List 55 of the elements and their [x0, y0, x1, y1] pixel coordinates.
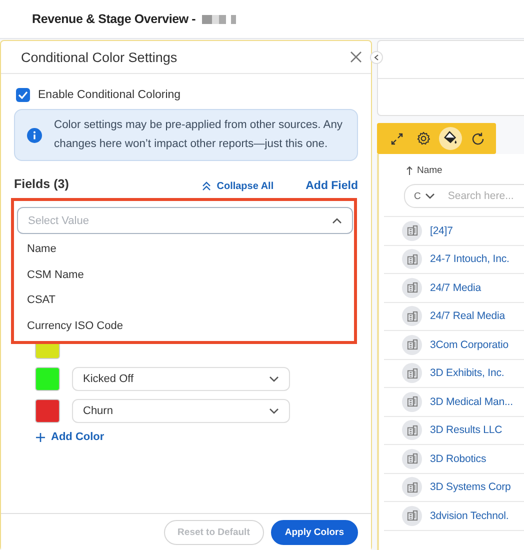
close-icon[interactable] [349, 50, 363, 64]
color-swatch[interactable] [35, 367, 60, 391]
account-link[interactable]: 24-7 Intouch, Inc. [430, 253, 510, 266]
filter-select[interactable]: C [414, 190, 435, 202]
account-link[interactable]: 3D Systems Corp [430, 481, 511, 494]
page-title: Revenue & Stage Overview - [32, 12, 196, 26]
collapse-all-link[interactable]: Collapse All [202, 180, 274, 192]
dropdown-option[interactable]: Name [27, 240, 354, 258]
apply-button[interactable]: Apply Colors [270, 520, 358, 544]
building-icon [402, 220, 422, 241]
account-link[interactable]: 3D Results LLC [430, 424, 502, 436]
building-icon [402, 506, 422, 526]
account-link[interactable]: 3D Medical Man... [430, 396, 513, 408]
column-header[interactable]: Name [417, 165, 442, 176]
caret-up-icon [332, 218, 342, 224]
value-select[interactable]: Kicked Off [72, 367, 290, 391]
color-swatch[interactable] [35, 399, 60, 423]
dropdown-option[interactable]: CSAT [27, 291, 354, 310]
building-icon [402, 420, 422, 440]
add-color-link[interactable]: Add Color [36, 431, 104, 443]
checkbox[interactable] [16, 88, 30, 102]
paint-bucket-icon[interactable] [439, 127, 462, 150]
sort-arrow-icon[interactable] [406, 166, 413, 175]
dropdown-option[interactable]: CSM Name [27, 266, 354, 284]
account-link[interactable]: 3dvision Technol. [430, 510, 509, 522]
account-link[interactable]: 24/7 Media [430, 282, 481, 294]
account-link[interactable]: 3D Exhibits, Inc. [430, 367, 504, 380]
caret-down-icon [424, 193, 435, 199]
redacted-name [202, 14, 236, 24]
account-link[interactable]: 24/7 Real Media [430, 310, 505, 322]
building-icon [402, 392, 422, 412]
building-icon [402, 363, 422, 384]
dropdown-option[interactable]: Currency ISO Code [27, 316, 354, 335]
building-icon [402, 249, 422, 270]
chevron-left-icon [374, 54, 379, 61]
info-text: Color settings may be pre-applied from other sources. Any changes here won’t impact other reports—just this one. [54, 118, 343, 152]
building-icon [402, 334, 422, 355]
caret-down-icon [269, 408, 279, 414]
search-field[interactable]: C Search here... [404, 184, 524, 208]
info-icon [27, 128, 42, 142]
fields-heading: Fields (3) [14, 177, 70, 191]
value-select[interactable]: Churn [72, 399, 290, 423]
account-link[interactable]: 3D Robotics [430, 452, 486, 465]
plus-icon [36, 432, 45, 442]
building-icon [402, 477, 422, 498]
double-chevron-icon [202, 181, 211, 191]
panel-title: Conditional Color Settings [21, 50, 178, 64]
account-link[interactable]: 3Com Corporatio [430, 338, 508, 351]
caret-down-icon [269, 376, 279, 382]
building-icon [402, 448, 422, 469]
building-icon [402, 278, 422, 298]
building-icon [402, 306, 422, 326]
account-link[interactable]: [24]7 [430, 224, 453, 237]
checkbox-label: Enable Conditional Coloring [38, 89, 181, 101]
add-field-link[interactable]: Add Field [306, 180, 358, 192]
